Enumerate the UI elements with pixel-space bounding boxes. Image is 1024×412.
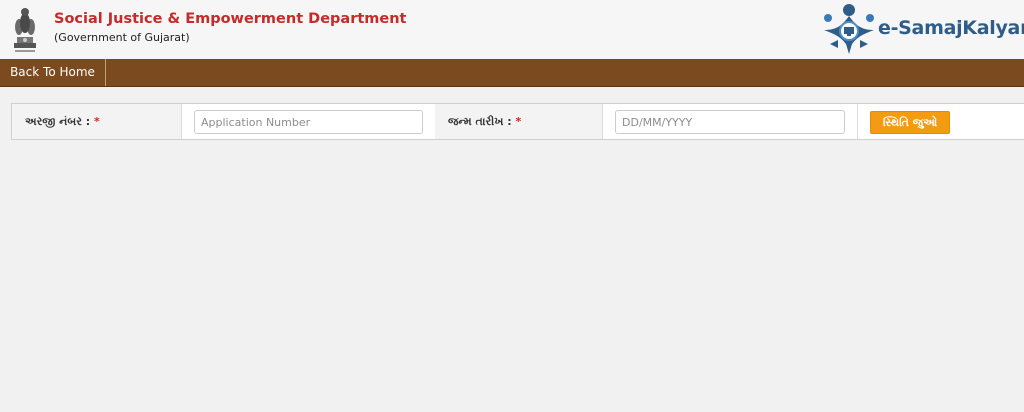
birth-date-label-text: જન્મ તારીખ :	[448, 115, 512, 128]
birth-date-cell	[603, 104, 857, 139]
required-mark: *	[93, 115, 100, 128]
application-number-label-text: અરજી નંબર :	[25, 115, 91, 128]
main-navbar: Back To Home	[0, 59, 1024, 87]
submit-cell: સ્થિતિ જુઓ	[857, 104, 1024, 139]
application-number-input[interactable]	[194, 110, 423, 134]
ashoka-emblem-icon	[14, 8, 36, 52]
e-samajkalyan-logo-icon	[824, 4, 874, 54]
birth-date-input[interactable]	[615, 110, 845, 134]
birth-date-label: જન્મ તારીખ : *	[435, 104, 603, 139]
view-status-button[interactable]: સ્થિતિ જુઓ	[870, 111, 950, 134]
required-mark: *	[515, 115, 522, 128]
page-header: Social Justice & Empowerment Department …	[0, 0, 1024, 59]
back-to-home-link[interactable]: Back To Home	[0, 59, 106, 86]
logo-text: e-SamajKalyan	[878, 17, 1024, 39]
application-number-label: અરજી નંબર : *	[12, 104, 182, 139]
department-title: Social Justice & Empowerment Department	[54, 11, 407, 27]
department-subtitle: (Government of Gujarat)	[54, 31, 190, 44]
status-search-form: અરજી નંબર : * જન્મ તારીખ : * સ્થિતિ જુઓ	[11, 103, 1024, 140]
application-number-cell	[182, 104, 435, 139]
